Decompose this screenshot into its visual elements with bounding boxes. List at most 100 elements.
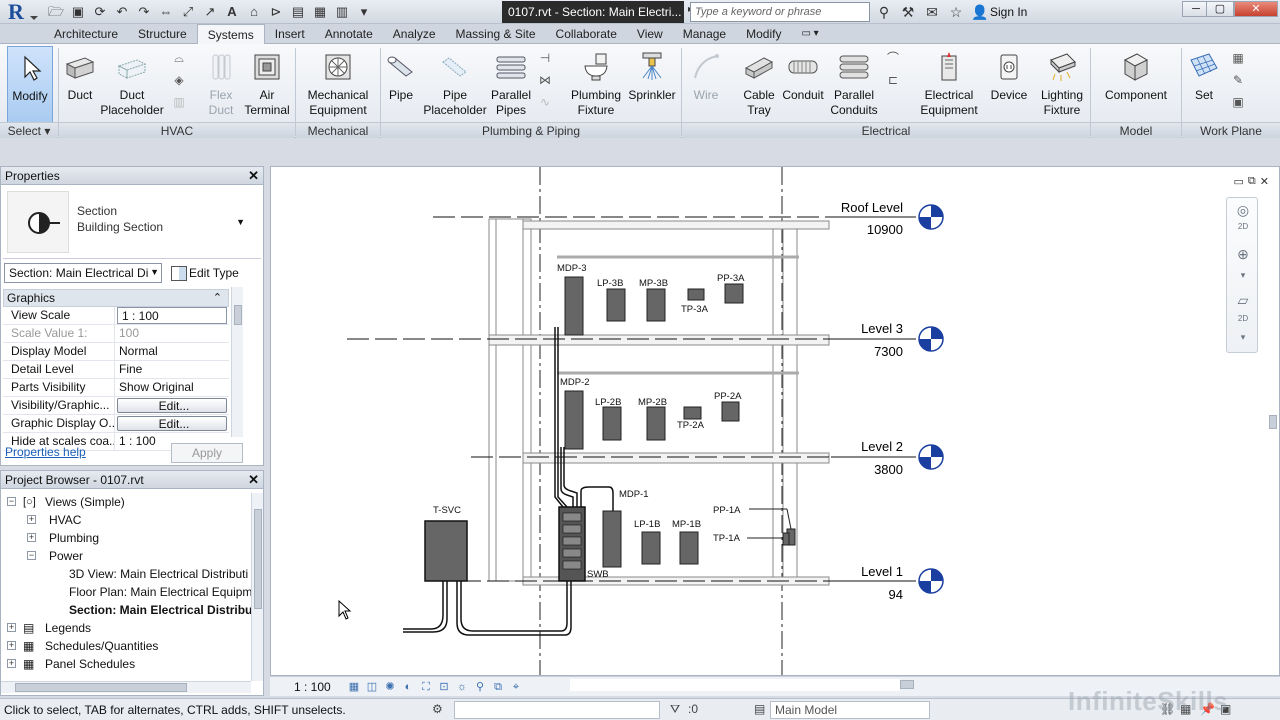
- tab-analyze[interactable]: Analyze: [383, 24, 446, 44]
- panel-lp-1b[interactable]: [641, 531, 661, 565]
- panel-mp-2b[interactable]: [646, 406, 666, 441]
- thin-lines-icon[interactable]: ▤: [288, 2, 308, 22]
- undo-icon[interactable]: ↶: [112, 2, 132, 22]
- expand-icon[interactable]: +: [7, 623, 16, 632]
- panel-tp-1a[interactable]: [782, 532, 790, 546]
- zoom-icon[interactable]: ⊕: [1233, 246, 1253, 266]
- nav-options-icon[interactable]: ▾: [1233, 332, 1253, 352]
- panel-mdp-3[interactable]: [564, 276, 584, 336]
- duct-placeholder-button[interactable]: Duct Placeholder: [100, 46, 164, 118]
- flex-duct-button[interactable]: Flex Duct: [198, 46, 244, 118]
- view-scale-button[interactable]: 1 : 100: [294, 680, 331, 694]
- component-button[interactable]: Component: [1098, 46, 1174, 103]
- crop-view-icon[interactable]: ⛶: [418, 679, 434, 695]
- browser-horizontal-scrollbar[interactable]: [1, 681, 251, 693]
- view-minimize-icon[interactable]: ▭: [1234, 175, 1244, 188]
- visibility-graphics-edit-button[interactable]: Edit...: [117, 398, 227, 413]
- tree-node-section-active[interactable]: Section: Main Electrical Distribut: [69, 601, 251, 619]
- close-icon[interactable]: ✕: [248, 471, 259, 489]
- user-icon[interactable]: 👤: [970, 2, 990, 22]
- worksets-icon[interactable]: ⚙: [432, 702, 443, 716]
- transformer-t-svc[interactable]: [424, 520, 468, 582]
- viewer-icon[interactable]: ▣: [1230, 94, 1246, 110]
- conduit-button[interactable]: Conduit: [778, 46, 828, 103]
- expand-icon[interactable]: +: [27, 515, 36, 524]
- tab-systems[interactable]: Systems: [196, 24, 265, 44]
- canvas-horizontal-scrollbar[interactable]: [570, 679, 914, 691]
- tab-modify[interactable]: Modify: [736, 24, 791, 44]
- tag-icon[interactable]: ↗: [200, 2, 220, 22]
- zoom-dropdown-icon[interactable]: ▾: [1233, 270, 1253, 290]
- subscription-icon[interactable]: ⚒: [898, 2, 918, 22]
- pipe-placeholder-button[interactable]: Pipe Placeholder: [420, 46, 490, 118]
- view-close-icon[interactable]: ✕: [1260, 175, 1269, 188]
- close-hidden-icon[interactable]: ▦: [310, 2, 330, 22]
- scrollbar-thumb[interactable]: [254, 509, 262, 609]
- sync-icon[interactable]: ⟳: [90, 2, 110, 22]
- switchboard-swb[interactable]: [558, 506, 586, 582]
- panel-label-select[interactable]: Select ▾: [0, 122, 58, 138]
- duct-fitting-icon[interactable]: ⌓: [171, 50, 187, 66]
- pipe-button[interactable]: Pipe: [383, 46, 419, 103]
- expand-icon[interactable]: +: [27, 533, 36, 542]
- tab-view[interactable]: View: [627, 24, 673, 44]
- instance-filter-select[interactable]: Section: Main Electrical Di: [4, 263, 162, 283]
- temporary-view-properties-icon[interactable]: ⧉: [490, 679, 506, 695]
- plumbing-fixture-button[interactable]: Plumbing Fixture: [566, 46, 626, 118]
- panel-mdp-1[interactable]: [602, 510, 622, 568]
- expand-icon[interactable]: +: [7, 659, 16, 668]
- level-head-2[interactable]: Level 2 3800: [861, 439, 944, 477]
- search-input[interactable]: [690, 2, 870, 22]
- parallel-pipes-button[interactable]: Parallel Pipes: [490, 46, 532, 118]
- type-selector[interactable]: Section Building Section ▼: [3, 187, 261, 259]
- detail-level-icon[interactable]: ▦: [346, 679, 362, 695]
- ref-plane-icon[interactable]: ✎: [1230, 72, 1246, 88]
- edit-type-button[interactable]: Edit Type: [169, 263, 239, 283]
- duct-button[interactable]: Duct: [60, 46, 100, 103]
- panel-tp-2a[interactable]: [683, 406, 702, 420]
- maximize-button[interactable]: ▢: [1206, 1, 1234, 17]
- drawing-area[interactable]: ▭ ⧉ ✕ Roof Level 10900 Level 3 7300 Leve…: [270, 166, 1280, 676]
- close-icon[interactable]: ✕: [248, 167, 259, 185]
- 2d-steering-wheel-icon[interactable]: ▱: [1233, 292, 1253, 312]
- 3d-view-icon[interactable]: ⌂: [244, 2, 264, 22]
- qat-dropdown-icon[interactable]: ▾: [354, 2, 374, 22]
- tree-node-3d-view[interactable]: 3D View: Main Electrical Distributi: [69, 565, 248, 583]
- show-work-plane-icon[interactable]: ▦: [1230, 50, 1246, 66]
- level-head-3[interactable]: Level 3 7300: [861, 321, 944, 359]
- design-option-select[interactable]: Main Model: [770, 701, 930, 719]
- property-row-detail-level[interactable]: Detail Level Fine: [3, 361, 229, 379]
- close-window-button[interactable]: ✕: [1234, 1, 1278, 17]
- property-value[interactable]: Fine: [115, 361, 229, 378]
- panel-mp-1b[interactable]: [679, 531, 699, 565]
- view-scale-field[interactable]: 1 : 100: [117, 307, 227, 324]
- properties-help-link[interactable]: Properties help: [5, 445, 86, 459]
- reveal-hidden-icon[interactable]: ⚲: [472, 679, 488, 695]
- pipe-accessory-icon[interactable]: ⋈: [537, 72, 553, 88]
- property-row-parts-visibility[interactable]: Parts Visibility Show Original: [3, 379, 229, 397]
- property-value[interactable]: Normal: [115, 343, 229, 360]
- worksharing-display-icon[interactable]: ⌖: [508, 679, 524, 695]
- flex-pipe-icon[interactable]: ∿: [537, 94, 553, 110]
- panel-pp-2a[interactable]: [721, 401, 740, 422]
- measure-icon[interactable]: ⇔: [156, 2, 176, 22]
- device-button[interactable]: Device: [986, 46, 1032, 103]
- aligned-dimension-icon[interactable]: ⤢: [178, 2, 198, 22]
- property-row-graphic-display[interactable]: Graphic Display O... Edit...: [3, 415, 229, 433]
- graphics-group-header[interactable]: Graphics ⌃: [3, 289, 229, 307]
- panel-lp-2b[interactable]: [602, 406, 622, 441]
- sun-path-icon[interactable]: ✺: [382, 679, 398, 695]
- level-head-1[interactable]: Level 1 94: [861, 564, 944, 602]
- tab-massing-site[interactable]: Massing & Site: [446, 24, 546, 44]
- scrollbar-thumb[interactable]: [1269, 415, 1277, 429]
- conduit-fitting-icon[interactable]: ⊏: [885, 72, 901, 88]
- temporary-hide-icon[interactable]: ☼: [454, 679, 470, 695]
- wire-button[interactable]: Wire: [686, 46, 726, 103]
- revit-app-menu-button[interactable]: R: [2, 0, 42, 24]
- panel-mp-3b[interactable]: [646, 288, 666, 322]
- chevron-down-icon[interactable]: ▼: [236, 217, 245, 227]
- communication-icon[interactable]: ✉: [922, 2, 942, 22]
- shadows-icon[interactable]: ◐: [400, 679, 416, 695]
- panel-pp-3a[interactable]: [724, 283, 744, 304]
- sprinkler-button[interactable]: Sprinkler: [626, 46, 678, 103]
